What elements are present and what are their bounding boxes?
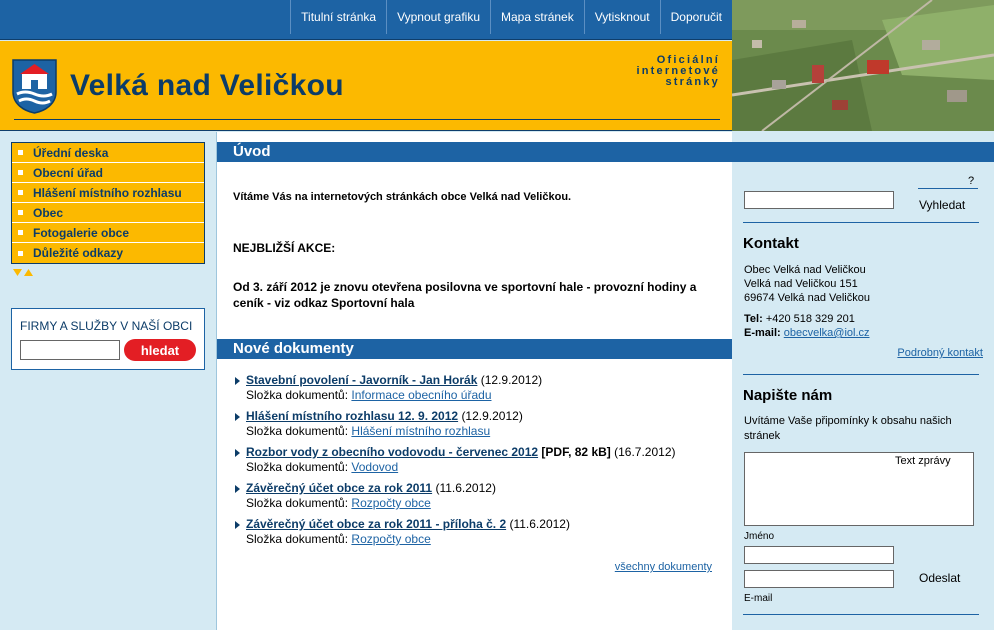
name-label: Jméno — [744, 531, 775, 542]
folder-label: Složka dokumentů: — [246, 460, 349, 474]
intro-section-heading: Úvod — [217, 142, 733, 162]
right-header-bar — [732, 142, 994, 162]
menu-bullet-icon — [18, 150, 23, 155]
main-content: Úvod Vítáme Vás na internetových stránká… — [216, 132, 733, 630]
nav-print-link[interactable]: Vytisknout — [583, 0, 660, 34]
nav-recommend-link[interactable]: Doporučit — [659, 0, 732, 34]
top-navigation-bar: Titulní stránka Vypnout grafiku Mapa str… — [0, 0, 732, 40]
divider — [743, 374, 979, 375]
search-button[interactable]: Vyhledat — [919, 198, 965, 212]
folder-label: Složka dokumentů: — [246, 532, 349, 546]
coat-of-arms-logo[interactable] — [11, 58, 58, 114]
official-site-tagline: Oficiální internetové stránky — [636, 54, 720, 88]
email-label: E-mail — [744, 593, 773, 604]
menu-item-important-links[interactable]: Důležité odkazy — [12, 243, 204, 263]
detailed-contact-link[interactable]: Podrobný kontakt — [897, 347, 983, 359]
document-link[interactable]: Závěrečný účet obce za rok 2011 — [246, 481, 432, 495]
business-search-input[interactable] — [20, 340, 120, 360]
business-search-box: FIRMY A SLUŽBY V NAŠÍ OBCI hledat — [11, 308, 205, 370]
email-link[interactable]: obecvelka@iol.cz — [784, 327, 870, 339]
expand-down-icon[interactable] — [13, 269, 22, 276]
nav-sitemap-link[interactable]: Mapa stránek — [490, 0, 584, 34]
document-date: (12.9.2012) — [461, 409, 523, 423]
header-divider — [14, 119, 720, 120]
divider — [743, 614, 979, 615]
main-menu: Úřední deska Obecní úřad Hlášení místníh… — [11, 142, 205, 264]
village-aerial-photo — [732, 0, 994, 131]
search-help-link[interactable]: ? — [968, 175, 974, 187]
document-date: (11.6.2012) — [509, 517, 570, 531]
message-textarea[interactable]: Text zprávy — [744, 452, 974, 526]
document-link[interactable]: Stavební povolení - Javorník - Jan Horák — [246, 373, 477, 387]
upcoming-events-heading: NEJBLIŽŠÍ AKCE: — [233, 241, 336, 255]
arrow-right-icon — [235, 521, 240, 529]
folder-label: Složka dokumentů: — [246, 388, 349, 402]
document-date: (11.6.2012) — [435, 481, 496, 495]
divider — [743, 222, 979, 223]
left-sidebar: Úřední deska Obecní úřad Hlášení místníh… — [0, 132, 216, 630]
arrow-right-icon — [235, 377, 240, 385]
search-input[interactable] — [744, 191, 894, 209]
new-documents-heading: Nové dokumenty — [217, 339, 733, 359]
folder-link[interactable]: Vodovod — [351, 460, 398, 474]
menu-item-photo-gallery[interactable]: Fotogalerie obce — [12, 223, 204, 243]
folder-link[interactable]: Rozpočty obce — [351, 532, 430, 546]
document-link[interactable]: Závěrečný účet obce za rok 2011 - příloh… — [246, 517, 506, 531]
document-link[interactable]: Hlášení místního rozhlasu 12. 9. 2012 — [246, 409, 458, 423]
arrow-right-icon — [235, 449, 240, 457]
menu-bullet-icon — [18, 230, 23, 235]
nav-disable-graphics-link[interactable]: Vypnout grafiku — [386, 0, 490, 34]
write-us-heading: Napište nám — [743, 387, 833, 404]
contact-address: Obec Velká nad Veličkou Velká nad Veličk… — [744, 264, 870, 304]
menu-bullet-icon — [18, 250, 23, 256]
top-nav: Titulní stránka Vypnout grafiku Mapa str… — [290, 0, 732, 34]
right-sidebar: ? Vyhledat Kontakt Obec Velká nad Veličk… — [732, 132, 994, 630]
menu-bullet-icon — [18, 170, 23, 175]
message-placeholder: Text zprávy — [895, 455, 951, 467]
document-date: (12.9.2012) — [480, 373, 543, 387]
menu-item-municipality[interactable]: Obec — [12, 203, 204, 223]
send-button[interactable]: Odeslat — [919, 571, 960, 585]
arrow-right-icon — [235, 485, 240, 493]
business-search-button[interactable]: hledat — [124, 339, 196, 361]
list-item: Závěrečný účet obce za rok 2011 - příloh… — [229, 517, 719, 547]
arrow-right-icon — [235, 413, 240, 421]
contact-phone: Tel: +420 518 329 201 — [744, 313, 855, 325]
folder-link[interactable]: Informace obecního úřadu — [351, 388, 491, 402]
menu-item-municipal-office[interactable]: Obecní úřad — [12, 163, 204, 183]
menu-item-local-radio[interactable]: Hlášení místního rozhlasu — [12, 183, 204, 203]
site-title[interactable]: Velká nad Veličkou — [70, 69, 344, 103]
list-item: Stavební povolení - Javorník - Jan Horák… — [229, 373, 719, 403]
folder-link[interactable]: Hlášení místního rozhlasu — [351, 424, 490, 438]
welcome-text: Vítáme Vás na internetových stránkách ob… — [233, 191, 572, 203]
document-link[interactable]: Rozbor vody z obecního vodovodu - červen… — [246, 445, 538, 459]
all-documents-link[interactable]: všechny dokumenty — [615, 561, 712, 573]
menu-bullet-icon — [18, 210, 23, 215]
list-item: Rozbor vody z obecního vodovodu - červen… — [229, 445, 719, 475]
event-announcement: Od 3. září 2012 je znovu otevřena posilo… — [233, 280, 697, 310]
write-us-text: Uvítáme Vaše připomínky k obsahu našich … — [744, 415, 952, 442]
folder-label: Složka dokumentů: — [246, 496, 349, 510]
document-date: (16.7.2012) — [614, 445, 676, 459]
folder-label: Složka dokumentů: — [246, 424, 349, 438]
documents-list: Stavební povolení - Javorník - Jan Horák… — [229, 373, 719, 553]
list-item: Závěrečný účet obce za rok 2011 (11.6.20… — [229, 481, 719, 511]
menu-toggle[interactable] — [13, 269, 33, 276]
list-item: Hlášení místního rozhlasu 12. 9. 2012 (1… — [229, 409, 719, 439]
folder-link[interactable]: Rozpočty obce — [351, 496, 430, 510]
business-search-title: FIRMY A SLUŽBY V NAŠÍ OBCI — [20, 319, 193, 333]
collapse-up-icon[interactable] — [24, 269, 33, 276]
contact-heading: Kontakt — [743, 235, 799, 252]
contact-email: E-mail: obecvelka@iol.cz — [744, 327, 870, 339]
menu-bullet-icon — [18, 190, 23, 195]
name-input[interactable] — [744, 546, 894, 564]
menu-item-official-board[interactable]: Úřední deska — [12, 143, 204, 163]
divider — [918, 188, 978, 189]
document-file-info: [PDF, 82 kB] — [541, 445, 611, 459]
site-header: Velká nad Veličkou Oficiální internetové… — [0, 41, 732, 131]
email-input[interactable] — [744, 570, 894, 588]
nav-home-link[interactable]: Titulní stránka — [290, 0, 386, 34]
